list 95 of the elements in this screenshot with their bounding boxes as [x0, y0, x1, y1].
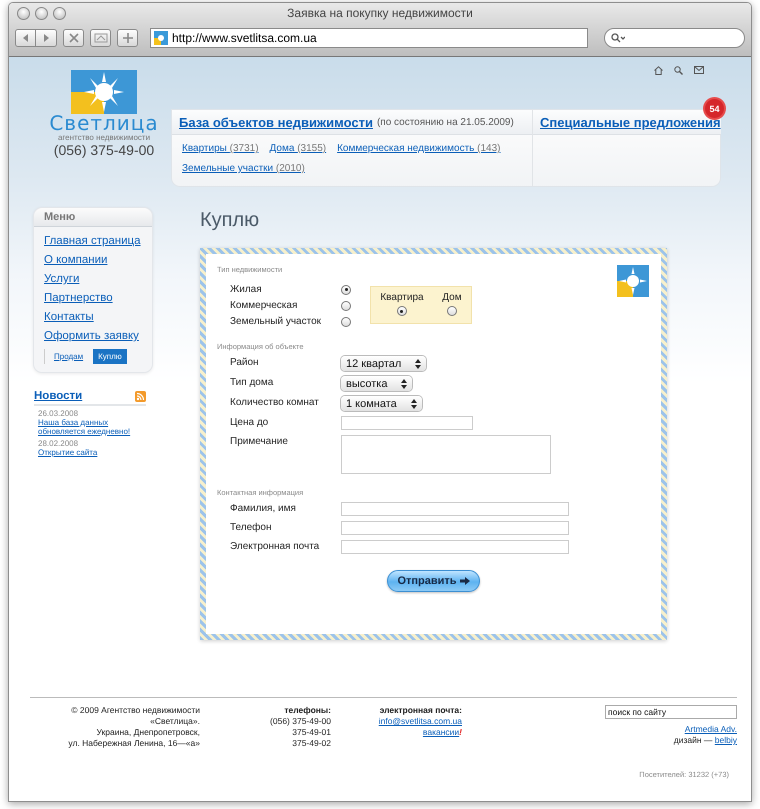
site-search-field[interactable]: поиск по сайту [605, 705, 737, 719]
logo-name: Светлица [49, 114, 159, 132]
arrow-icon [460, 577, 470, 585]
back-button[interactable] [15, 29, 36, 47]
exclamation-mark: ! [459, 727, 462, 737]
sun-logo-icon [617, 265, 649, 297]
news-link[interactable]: Открытие сайта [38, 448, 138, 457]
address-field[interactable]: http://www.svetlitsa.com.ua [150, 28, 588, 48]
search-icon[interactable] [674, 66, 683, 75]
field-label: Телефон [229, 521, 272, 533]
close-icon [68, 33, 78, 43]
category-link[interactable]: Коммерческая недвижимость (143) [337, 143, 501, 154]
submenu-link[interactable]: Куплю [93, 349, 127, 364]
left-triangle-icon [22, 34, 30, 42]
phones-heading: телефоны: [283, 705, 331, 716]
radio-button[interactable] [446, 306, 457, 316]
developer-link[interactable]: Artmedia Adv. [684, 724, 737, 735]
mail-icon[interactable] [694, 66, 704, 74]
updown-arrows-icon [410, 398, 417, 408]
zoom-window-button[interactable] [53, 6, 66, 20]
input-field[interactable] [341, 416, 473, 430]
news-link[interactable]: Наша база данных обновляется ежедневно! [38, 418, 138, 436]
search-icon [611, 33, 625, 43]
forward-button[interactable] [36, 29, 57, 47]
close-window-button[interactable] [17, 6, 30, 20]
option-label: Квартира [380, 292, 424, 303]
address-line: ул. Набережная Ленина, 16—«а» [67, 738, 200, 749]
snapback-button[interactable] [90, 29, 111, 47]
phone-number: 375-49-02 [291, 738, 331, 749]
right-triangle-icon [42, 34, 50, 42]
menu-link[interactable]: О компании [44, 252, 152, 268]
menu-link[interactable]: Оформить заявку [44, 328, 152, 344]
menu-link[interactable]: Услуги [44, 271, 152, 287]
page-title: Куплю [200, 209, 260, 232]
address-line: «Светлица». [149, 716, 200, 727]
stop-button[interactable] [63, 29, 84, 47]
plus-icon [122, 33, 132, 43]
menu-link[interactable]: Главная страница [44, 233, 152, 249]
category-link[interactable]: Дома (3155) [270, 143, 326, 154]
designer-link[interactable]: belbiy [714, 735, 737, 745]
rss-icon[interactable] [135, 390, 146, 402]
field-label: Примечание [229, 435, 289, 447]
field-label: Жилая [229, 284, 263, 295]
submit-button[interactable]: Отправить [387, 570, 480, 592]
category-link[interactable]: Квартиры (3731) [182, 143, 259, 154]
logo-tagline: агентство недвижимости [58, 133, 150, 142]
radio-button[interactable] [396, 306, 407, 316]
dropdown[interactable]: высотка [341, 376, 412, 391]
news-date: 28.02.2008 [38, 439, 80, 448]
snapback-icon [94, 33, 108, 43]
updown-arrows-icon [401, 378, 408, 388]
add-bookmark-button[interactable] [117, 29, 138, 47]
phone-number: 375-49-01 [291, 727, 331, 738]
menu-link[interactable]: Контакты [44, 309, 152, 325]
site-favicon-icon [154, 31, 168, 45]
field-label: Электронная почта [229, 540, 320, 552]
address-line: © 2009 Агентство недвижимости [70, 705, 200, 716]
radio-button[interactable] [341, 284, 351, 294]
menu-title: Меню [34, 208, 152, 227]
field-label: Фамилия, имя [229, 502, 297, 514]
offers-count-badge: 54 [705, 99, 724, 118]
field-label: Коммерческая [229, 300, 298, 311]
category-link[interactable]: Земельные участки (2010) [182, 163, 305, 174]
news-heading-link[interactable]: Новости [34, 390, 82, 402]
option-label: Дом [442, 292, 462, 303]
dropdown[interactable]: 12 квартал [341, 356, 426, 371]
search-field[interactable] [604, 28, 745, 48]
field-label: Земельный участок [229, 316, 322, 327]
window-title: Заявка на покупку недвижимости [287, 6, 473, 20]
address-line: Украина, Днепропетровск, [96, 727, 200, 738]
input-field[interactable] [341, 502, 569, 516]
input-field[interactable] [341, 521, 569, 535]
input-field[interactable] [341, 540, 569, 554]
news-date: 26.03.2008 [38, 409, 80, 418]
database-link[interactable]: База объектов недвижимости [179, 114, 373, 130]
updown-arrows-icon [415, 358, 422, 368]
menu-link[interactable]: Партнерство [44, 290, 152, 306]
minimize-window-button[interactable] [35, 6, 48, 20]
database-date: (по состоянию на 21.05.2009) [376, 116, 514, 128]
home-icon[interactable] [654, 66, 663, 75]
design-credit: дизайн — [674, 735, 712, 745]
email-heading: электронная почта: [380, 705, 462, 716]
vacancies-link[interactable]: вакансии [422, 727, 460, 737]
field-label: Тип дома [229, 376, 274, 388]
submenu-link[interactable]: Продам [49, 349, 88, 364]
field-label: Район [229, 356, 260, 368]
sun-logo-icon [71, 70, 137, 114]
phone-number: (056) 375-49-00 [54, 142, 154, 158]
radio-button[interactable] [341, 316, 351, 326]
field-label: Цена до [229, 416, 270, 428]
radio-button[interactable] [341, 300, 351, 310]
field-label: Количество комнат [229, 396, 320, 408]
email-link[interactable]: info@svetlitsa.com.ua [378, 716, 462, 727]
dropdown[interactable]: 1 комната [341, 396, 422, 411]
phone-number: (056) 375-49-00 [269, 716, 331, 727]
